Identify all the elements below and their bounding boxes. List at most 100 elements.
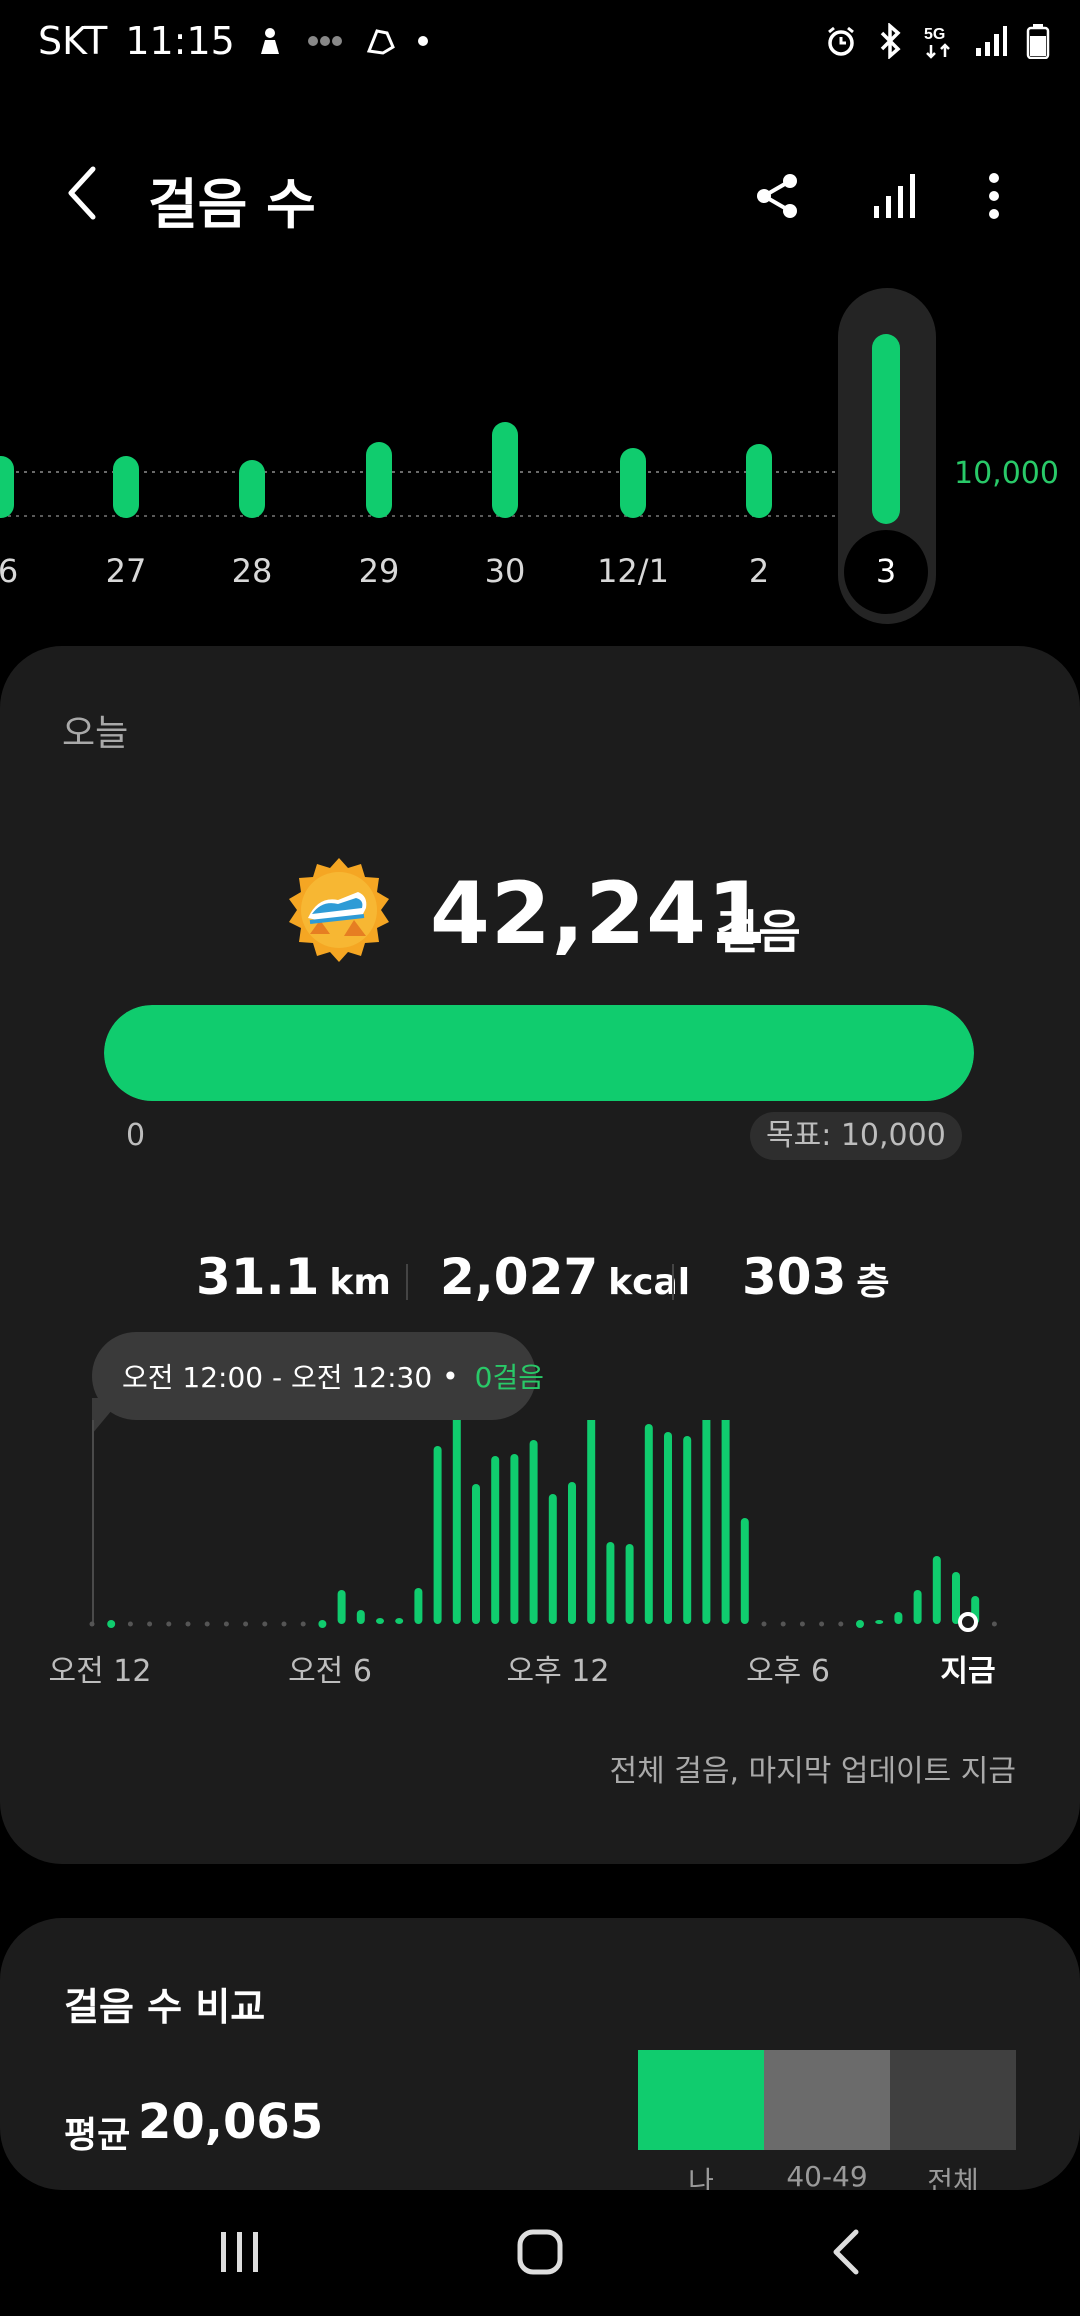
hourly-bar xyxy=(932,1556,941,1624)
hourly-point xyxy=(107,1620,116,1628)
hour-label: 오후 12 xyxy=(506,1654,610,1689)
hourly-bar xyxy=(683,1436,692,1624)
hourly-bar xyxy=(337,1590,346,1624)
hourly-bar xyxy=(568,1482,576,1624)
hourly-point xyxy=(780,1621,786,1627)
hourly-bar xyxy=(894,1612,903,1624)
hourly-point xyxy=(281,1621,287,1627)
achievement-badge[interactable] xyxy=(282,856,396,970)
bluetooth-icon xyxy=(880,23,901,59)
chevron-left-icon xyxy=(833,2229,859,2275)
hourly-bar xyxy=(702,1394,711,1624)
hourly-bar xyxy=(452,1412,461,1624)
hour-label: 오전 12 xyxy=(48,1654,152,1689)
hourly-bar xyxy=(433,1446,442,1624)
hourly-bar xyxy=(376,1618,384,1624)
hourly-bar xyxy=(529,1440,538,1624)
alarm-icon xyxy=(828,26,854,56)
compare-bar-all xyxy=(890,2050,1016,2150)
hourly-point xyxy=(819,1621,825,1627)
day-label[interactable]: 12/1 xyxy=(593,552,673,590)
goal-pill[interactable]: 목표: 10,000 xyxy=(750,1112,962,1160)
hour-label-now: 지금 xyxy=(940,1654,996,1689)
hourly-bar xyxy=(395,1618,404,1624)
day-label-selected[interactable]: 3 xyxy=(846,552,926,590)
hour-label: 오후 6 xyxy=(746,1654,830,1689)
status-bar-right: 5G xyxy=(824,14,1050,68)
goal-line-label: 10,000 xyxy=(954,456,1059,491)
hourly-bar xyxy=(510,1454,519,1624)
day-bar[interactable] xyxy=(492,422,518,518)
hourly-chart-svg xyxy=(89,1394,997,1632)
goal-progress-bar xyxy=(104,1005,974,1101)
floors-unit: 층 xyxy=(856,1262,890,1303)
day-label[interactable]: 6 xyxy=(0,552,48,590)
hourly-point xyxy=(856,1620,864,1628)
hourly-bar xyxy=(606,1542,615,1624)
share-button[interactable] xyxy=(740,158,816,234)
svg-text:5G: 5G xyxy=(924,26,945,43)
day-label[interactable]: 27 xyxy=(86,552,166,590)
nav-back-button[interactable] xyxy=(806,2212,886,2292)
page-title: 걸음 수 xyxy=(148,173,316,236)
distance-stat: 31.1 km xyxy=(196,1248,391,1306)
trends-button[interactable] xyxy=(856,158,932,234)
hourly-bar xyxy=(913,1590,922,1624)
tooltip-range: 오전 12:00 - 오전 12:30 xyxy=(122,1361,433,1394)
calories-unit: kcal xyxy=(608,1262,691,1303)
hourly-bar xyxy=(740,1518,749,1624)
more-options-button[interactable] xyxy=(956,158,1032,234)
day-bar-selected[interactable] xyxy=(872,334,900,524)
floors-stat: 303 층 xyxy=(742,1248,890,1306)
hourly-bar xyxy=(625,1544,634,1624)
now-marker xyxy=(958,1612,978,1632)
hourly-chart[interactable] xyxy=(0,1394,1080,1640)
hourly-point xyxy=(147,1621,153,1627)
day-label[interactable]: 2 xyxy=(719,552,799,590)
hourly-point xyxy=(223,1621,229,1627)
clock-text: 11:15 xyxy=(125,19,235,63)
hourly-point xyxy=(799,1621,805,1627)
navigation-bar xyxy=(0,2190,1080,2316)
hourly-bar xyxy=(414,1588,423,1624)
recents-icon xyxy=(221,2232,258,2272)
home-icon xyxy=(517,2229,563,2275)
compare-title: 걸음 수 비교 xyxy=(64,1985,266,2029)
hourly-point xyxy=(262,1621,268,1627)
day-bar[interactable] xyxy=(620,448,646,518)
hourly-bar xyxy=(952,1572,960,1624)
notification-icon xyxy=(260,28,279,54)
hourly-point xyxy=(318,1620,327,1628)
average-label: 평균 xyxy=(64,2115,131,2156)
chevron-left-icon xyxy=(68,166,96,220)
hourly-point xyxy=(127,1621,133,1627)
average-value: 20,065 xyxy=(138,2094,324,2150)
stat-divider xyxy=(672,1264,674,1300)
5g-icon: 5G xyxy=(924,26,950,59)
day-bar[interactable] xyxy=(113,456,139,518)
hour-label: 오전 6 xyxy=(288,1654,372,1689)
back-button[interactable] xyxy=(48,158,118,228)
day-bar[interactable] xyxy=(239,460,265,518)
tooltip-value: 0걸음 xyxy=(474,1361,544,1394)
day-bar[interactable] xyxy=(0,456,14,518)
day-bar[interactable] xyxy=(746,444,772,518)
floors-value: 303 xyxy=(742,1248,847,1306)
hourly-bar xyxy=(356,1610,365,1624)
more-vertical-icon xyxy=(989,173,999,219)
shoe-badge-icon xyxy=(289,858,389,962)
day-label[interactable]: 30 xyxy=(465,552,545,590)
signal-icon xyxy=(976,26,1007,56)
hourly-bar xyxy=(548,1494,557,1624)
home-button[interactable] xyxy=(500,2212,580,2292)
shoe-icon xyxy=(366,29,395,55)
day-label[interactable]: 28 xyxy=(212,552,292,590)
recents-button[interactable] xyxy=(200,2212,280,2292)
day-label[interactable]: 29 xyxy=(339,552,419,590)
hourly-point xyxy=(243,1621,249,1627)
stats-row: 31.1 km 2,027 kcal 303 층 xyxy=(0,1248,1080,1318)
dot-icon xyxy=(417,36,428,46)
hourly-point xyxy=(761,1621,767,1627)
hourly-point xyxy=(300,1621,306,1627)
day-bar[interactable] xyxy=(366,442,392,518)
